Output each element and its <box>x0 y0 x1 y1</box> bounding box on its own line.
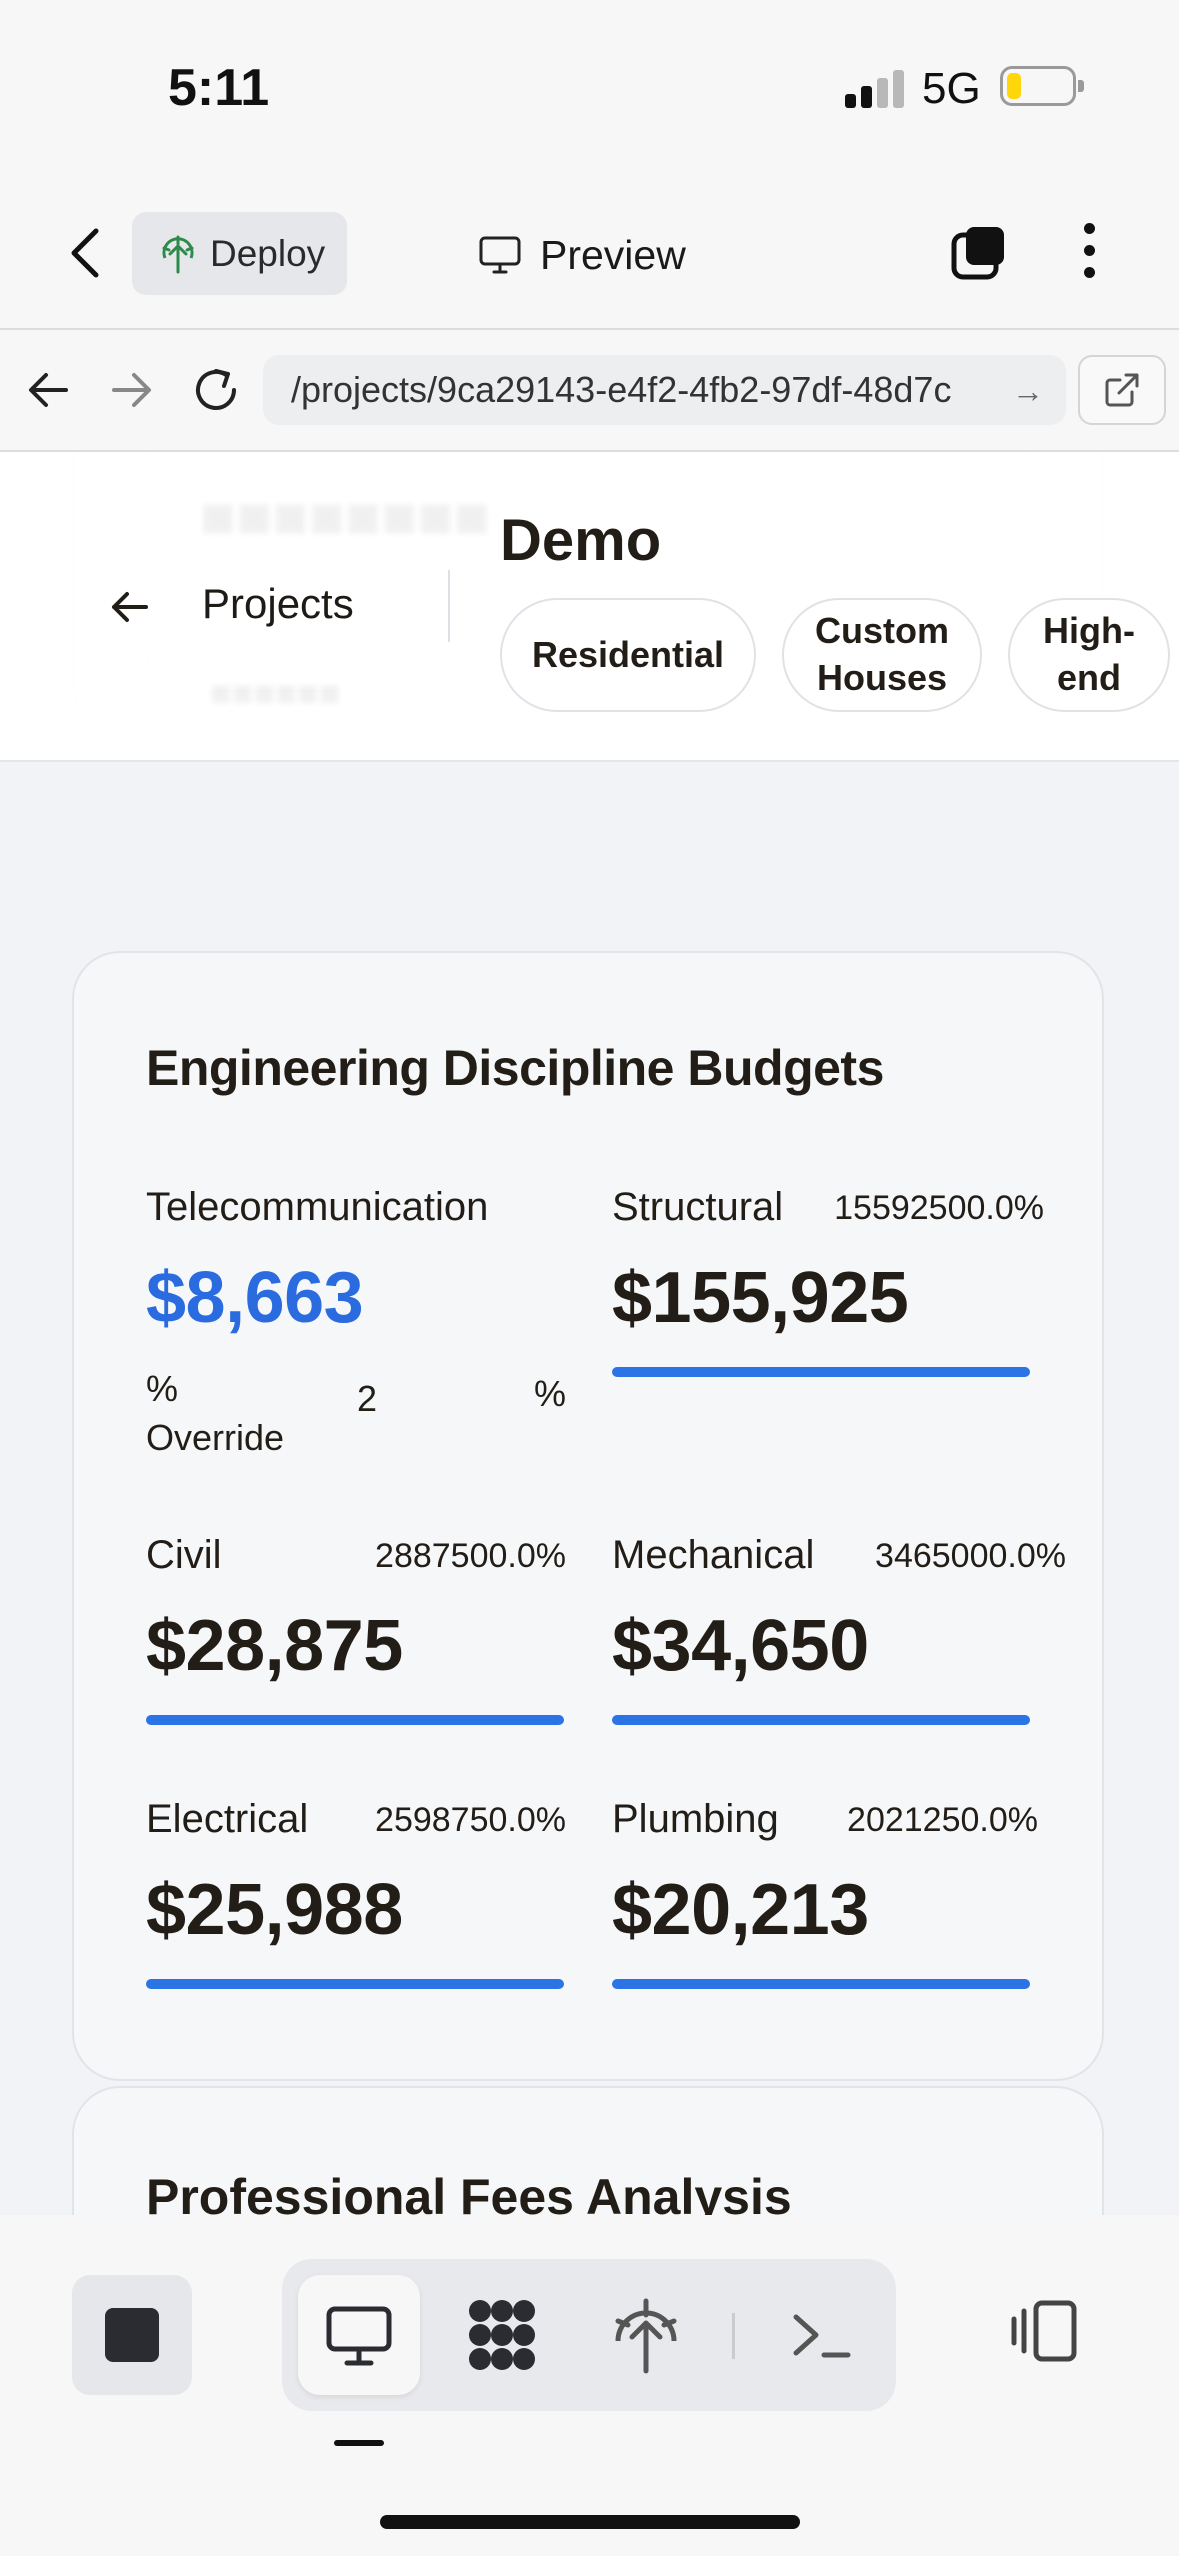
monitor-icon <box>326 2306 392 2366</box>
ghost-scrolled-content: ■■■■■■ <box>210 672 341 713</box>
page-title: Demo <box>500 508 662 573</box>
header-divider <box>448 570 450 642</box>
terminal-icon[interactable] <box>782 2295 862 2375</box>
card-title: Engineering Discipline Budgets <box>146 1040 884 1096</box>
discipline-amount: $28,875 <box>146 1606 403 1686</box>
status-bar: 5:11 5G <box>0 0 1179 175</box>
ghost-scrolled-content: ■■■■■■■■ <box>200 483 490 550</box>
discipline-structural: Structural 15592500.0% $155,925 <box>612 1185 1044 1385</box>
discipline-name: Electrical <box>146 1797 309 1841</box>
discipline-name: Plumbing <box>612 1797 779 1841</box>
discipline-bar <box>146 1979 564 1989</box>
home-indicator <box>380 2515 800 2529</box>
monitor-icon <box>479 236 521 274</box>
discipline-bar <box>612 1979 1030 1989</box>
discipline-amount: $20,213 <box>612 1870 869 1950</box>
discipline-amount: $34,650 <box>612 1606 869 1686</box>
override-percent-input[interactable] <box>331 1361 481 1437</box>
go-arrow-icon[interactable]: → <box>1012 373 1044 410</box>
back-to-projects-link[interactable]: Projects <box>202 580 354 628</box>
network-label: 5G <box>922 64 981 113</box>
discipline-percent: 2598750.0% <box>375 1801 566 1839</box>
open-external-button[interactable] <box>1078 355 1166 425</box>
page-header: ■■■■■■■■ ■■■■■■ Projects Demo Residentia… <box>0 452 1179 762</box>
app-toolbar: Deploy Preview <box>0 175 1179 330</box>
status-time: 5:11 <box>168 59 270 117</box>
active-tab-indicator <box>334 2440 384 2446</box>
deploy-icon <box>162 235 194 273</box>
preview-label: Preview <box>540 231 686 278</box>
stop-button[interactable] <box>72 2275 192 2395</box>
back-chevron-icon[interactable] <box>62 225 112 281</box>
stop-icon <box>105 2308 159 2362</box>
discipline-amount: $8,663 <box>146 1258 364 1338</box>
deploy-button[interactable]: Deploy <box>132 212 347 295</box>
toolbar-separator <box>732 2313 735 2359</box>
discipline-percent: 2887500.0% <box>375 1537 566 1575</box>
override-label: % Override <box>146 1368 285 1458</box>
discipline-percent: 3465000.0% <box>875 1537 1066 1575</box>
browser-url-bar: /projects/9ca29143-e4f2-4fb2-97df-48d7c … <box>0 330 1179 452</box>
override-unit: % <box>534 1373 567 1414</box>
workflow-icon[interactable] <box>462 2295 542 2375</box>
discipline-percent: 15592500.0% <box>834 1189 1044 1227</box>
more-options-icon[interactable] <box>1078 223 1100 283</box>
discipline-name: Civil <box>146 1533 222 1577</box>
tag-chip[interactable]: Custom Houses <box>782 598 982 712</box>
preview-view-button[interactable] <box>298 2275 420 2395</box>
signal-icon <box>845 70 907 108</box>
browser-back-icon[interactable] <box>18 360 78 420</box>
discipline-telecommunication: Telecommunication $8,663 %Override % <box>146 1185 566 1485</box>
discipline-bar <box>612 1367 1030 1377</box>
tag-chip[interactable]: High-end <box>1008 598 1170 712</box>
reload-icon[interactable] <box>186 360 246 420</box>
discipline-electrical: Electrical 2598750.0% $25,988 <box>146 1797 566 1997</box>
url-field[interactable]: /projects/9ca29143-e4f2-4fb2-97df-48d7c … <box>263 355 1066 425</box>
battery-icon <box>1000 66 1084 106</box>
discipline-amount: $25,988 <box>146 1870 403 1950</box>
discipline-plumbing: Plumbing 2021250.0% $20,213 <box>612 1797 1038 1997</box>
discipline-name: Structural <box>612 1185 784 1229</box>
professional-fees-card: Professional Fees Analysis <box>72 2086 1104 2215</box>
tabs-icon[interactable] <box>950 223 1010 283</box>
deploy-icon[interactable] <box>606 2295 686 2375</box>
web-content: ■■■■■■■■ ■■■■■■ Projects Demo Residentia… <box>0 452 1179 2215</box>
discipline-mechanical: Mechanical 3465000.0% $34,650 <box>612 1533 1066 1733</box>
deploy-label: Deploy <box>210 232 326 274</box>
preview-tab[interactable]: Preview <box>478 225 686 285</box>
discipline-bar <box>612 1715 1030 1725</box>
view-switcher <box>282 2259 896 2411</box>
tag-chip[interactable]: Residential <box>500 598 756 712</box>
discipline-amount: $155,925 <box>612 1258 909 1338</box>
url-text: /projects/9ca29143-e4f2-4fb2-97df-48d7c <box>291 369 952 410</box>
engineering-budgets-card: Engineering Discipline Budgets Telecommu… <box>72 951 1104 2081</box>
discipline-name: Telecommunication <box>146 1185 489 1229</box>
discipline-civil: Civil 2887500.0% $28,875 <box>146 1533 566 1733</box>
discipline-name: Mechanical <box>612 1533 815 1577</box>
back-arrow-icon[interactable] <box>108 586 150 628</box>
browser-forward-icon[interactable] <box>102 360 162 420</box>
panel-toggle-icon[interactable] <box>1010 2295 1082 2367</box>
discipline-percent: 2021250.0% <box>847 1801 1038 1839</box>
external-link-icon <box>1105 373 1139 407</box>
bottom-app-bar <box>0 2215 1179 2556</box>
discipline-bar <box>146 1715 564 1725</box>
card-title: Professional Fees Analysis <box>146 2169 792 2215</box>
